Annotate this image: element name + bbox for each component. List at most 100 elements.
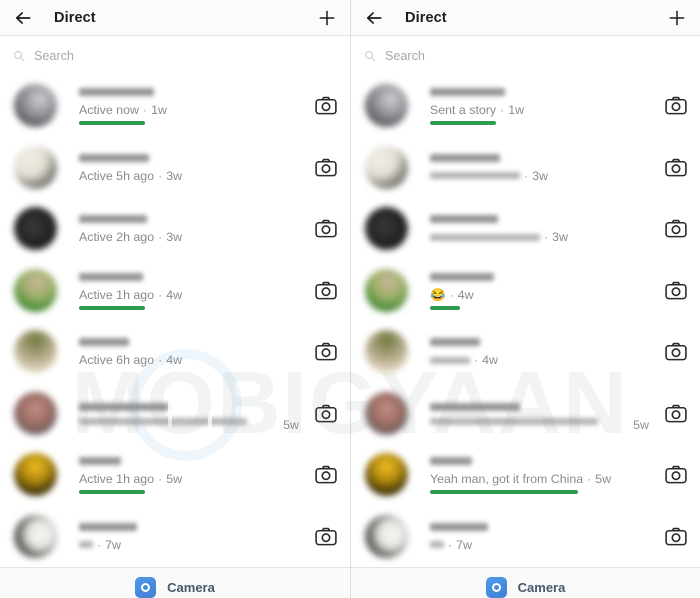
message-preview: Yeah man, got it from China · 5w [430, 472, 655, 495]
avatar[interactable] [14, 514, 57, 558]
username-redacted [430, 272, 494, 281]
camera-label: Camera [517, 579, 566, 595]
avatar[interactable] [365, 453, 408, 497]
back-icon[interactable] [13, 8, 33, 28]
camera-icon[interactable] [665, 281, 687, 300]
conversation-row[interactable]: 5w [351, 383, 700, 445]
avatar[interactable] [14, 145, 57, 189]
conversation-row[interactable]: Yeah man, got it from China · 5w [351, 444, 700, 506]
conversation-row[interactable]: · 3w [351, 137, 700, 199]
camera-icon[interactable] [315, 158, 337, 177]
camera-icon[interactable] [665, 96, 687, 115]
avatar[interactable] [365, 84, 408, 128]
camera-footer-left[interactable]: Camera [0, 567, 350, 598]
camera-icon[interactable] [315, 219, 337, 238]
timestamp: 1w [508, 103, 525, 118]
preview-text: Active 5h ago [79, 168, 155, 183]
camera-icon[interactable] [665, 527, 687, 546]
search-input[interactable]: Search [0, 36, 350, 75]
row-content: Active 1h ago · 4w [79, 271, 305, 310]
message-preview: · 3w [430, 230, 655, 244]
message-preview: Sent a story · 1w [430, 103, 655, 126]
camera-icon[interactable] [665, 158, 687, 177]
conversation-row[interactable]: Sent a story · 1w [351, 75, 700, 137]
row-content: Active 5h ago · 3w [79, 152, 305, 183]
camera-icon[interactable] [315, 527, 337, 546]
conversation-row[interactable]: · 3w [351, 198, 700, 260]
timestamp: 4w [166, 287, 183, 302]
screen-left: Direct Search Active now · 1w Active 5h ago… [0, 0, 350, 598]
camera-icon[interactable] [315, 465, 337, 484]
conversation-row[interactable]: · 7w [0, 506, 350, 568]
timestamp: 5w [633, 418, 649, 433]
camera-icon[interactable] [665, 342, 687, 361]
row-content: Active 2h ago · 3w [79, 213, 305, 244]
camera-label: Camera [167, 579, 215, 595]
camera-icon[interactable] [665, 465, 687, 484]
message-preview: Active 2h ago · 3w [79, 230, 305, 244]
search-icon [13, 50, 25, 62]
separator-dot: · [500, 103, 505, 118]
avatar[interactable] [14, 84, 57, 128]
separator-dot: · [158, 287, 163, 302]
row-content: Active 1h ago · 5w [79, 455, 305, 495]
camera-icon[interactable] [315, 281, 337, 300]
highlight-underline [79, 121, 145, 126]
conversation-row[interactable]: Active 5h ago · 3w [0, 137, 350, 199]
preview-redacted [79, 541, 93, 549]
preview-text: Active 1h ago [79, 287, 155, 302]
username-redacted [430, 215, 498, 224]
plus-icon[interactable] [667, 8, 687, 28]
row-content: 5w [430, 401, 655, 432]
camera-footer-right[interactable]: Camera [351, 567, 700, 598]
back-icon[interactable] [364, 8, 384, 28]
conversation-row[interactable]: Active now · 1w [0, 75, 350, 137]
camera-icon[interactable] [315, 404, 337, 423]
conversation-row[interactable]: Active 6h ago · 4w [0, 321, 350, 383]
message-preview: Active 5h ago · 3w [79, 169, 305, 183]
preview-line: Yeah man, got it from China · 5w [430, 472, 655, 486]
plus-icon[interactable] [317, 8, 337, 28]
conversation-row[interactable]: · 4w [351, 321, 700, 383]
message-preview: · 7w [79, 538, 305, 552]
conversation-row[interactable]: Active 2h ago · 3w [0, 198, 350, 260]
separator-dot: · [158, 168, 163, 183]
preview-redacted [430, 356, 470, 364]
search-input[interactable]: Search [351, 36, 700, 75]
username-redacted [430, 338, 480, 347]
separator-dot: · [587, 472, 592, 487]
camera-icon[interactable] [315, 342, 337, 361]
conversation-row[interactable]: Active 1h ago · 4w [0, 260, 350, 322]
avatar[interactable] [14, 330, 57, 374]
message-preview: · 7w [430, 538, 655, 552]
conversation-row[interactable]: 5w [0, 383, 350, 445]
avatar[interactable] [14, 453, 57, 497]
preview-line: Sent a story · 1w [430, 103, 655, 117]
search-placeholder: Search [385, 48, 425, 63]
conversation-row[interactable]: Active 1h ago · 5w [0, 444, 350, 506]
camera-icon[interactable] [665, 219, 687, 238]
username-redacted [430, 153, 500, 162]
avatar[interactable] [365, 207, 408, 251]
separator-dot: · [97, 537, 102, 552]
avatar[interactable] [14, 268, 57, 312]
message-preview: 5w [430, 418, 655, 432]
avatar[interactable] [365, 514, 408, 558]
avatar[interactable] [14, 391, 57, 435]
camera-icon[interactable] [665, 404, 687, 423]
row-content: Yeah man, got it from China · 5w [430, 455, 655, 495]
preview-line: · 7w [430, 538, 655, 552]
camera-icon[interactable] [315, 96, 337, 115]
screen-right: Direct Search Sent a story · 1w · 3w · 3w 😂 · 4w ·… [350, 0, 700, 598]
preview-line: · 3w [430, 230, 655, 244]
username-redacted [79, 338, 129, 347]
row-content: 😂 · 4w [430, 271, 655, 310]
conversation-row[interactable]: 😂 · 4w [351, 260, 700, 322]
conversation-row[interactable]: · 7w [351, 506, 700, 568]
avatar[interactable] [365, 330, 408, 374]
avatar[interactable] [365, 145, 408, 189]
avatar[interactable] [365, 268, 408, 312]
preview-redacted [430, 233, 540, 241]
avatar[interactable] [365, 391, 408, 435]
avatar[interactable] [14, 207, 57, 251]
